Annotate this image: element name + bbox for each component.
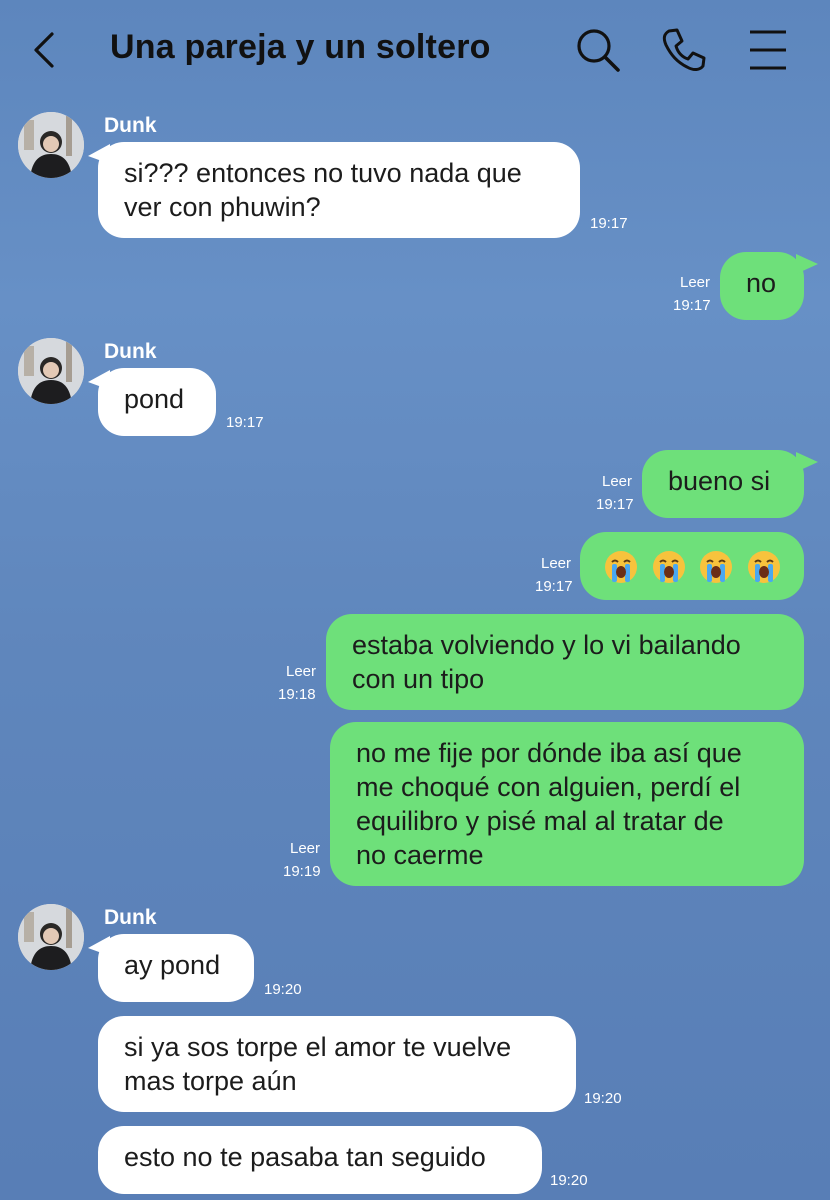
phone-icon[interactable]	[660, 26, 708, 74]
loudly-crying-face-icon	[700, 550, 733, 583]
message-time: 19:18	[278, 686, 316, 703]
read-receipt: Leer	[286, 663, 317, 680]
read-receipt: Leer	[680, 274, 711, 291]
message-bubble[interactable]: si ya sos torpe el amor te vuelve mas to…	[98, 1016, 576, 1112]
message-time: 19:17	[226, 414, 264, 431]
bubble-tail	[796, 254, 818, 274]
read-receipt: Leer	[602, 473, 633, 490]
message-bubble[interactable]: bueno si	[642, 450, 804, 518]
message-time: 19:17	[535, 578, 573, 595]
avatar[interactable]	[18, 112, 84, 178]
loudly-crying-face-icon	[747, 550, 780, 583]
message-bubble[interactable]: ay pond	[98, 934, 254, 1002]
message-bubble[interactable]: esto no te pasaba tan seguido	[98, 1126, 542, 1194]
chat-header: Una pareja y un soltero	[0, 0, 830, 100]
message-bubble[interactable]: no	[720, 252, 804, 320]
message-time: 19:17	[590, 215, 628, 232]
message-time: 19:17	[596, 496, 634, 513]
message-time: 19:17	[673, 297, 711, 314]
search-icon[interactable]	[574, 26, 622, 74]
chat-title: Una pareja y un soltero	[110, 28, 491, 66]
message-bubble[interactable]: 😭😭😭😭	[580, 532, 804, 600]
message-bubble[interactable]: estaba volviendo y lo vi bailando con un…	[326, 614, 804, 710]
avatar[interactable]	[18, 338, 84, 404]
avatar-photo-icon	[18, 338, 84, 404]
avatar-photo-icon	[18, 904, 84, 970]
bubble-tail	[796, 452, 818, 472]
menu-icon[interactable]	[748, 28, 788, 72]
back-chevron-icon[interactable]	[30, 30, 58, 70]
loudly-crying-face-icon	[605, 550, 637, 583]
read-receipt: Leer	[541, 555, 572, 572]
message-bubble[interactable]: no me fije por dónde iba así que me choq…	[330, 722, 804, 886]
loudly-crying-face-icon	[652, 550, 685, 583]
message-time: 19:20	[584, 1090, 622, 1107]
sender-name: Dunk	[104, 114, 157, 137]
message-time: 19:20	[550, 1172, 588, 1189]
sender-name: Dunk	[104, 340, 157, 363]
message-bubble[interactable]: si??? entonces no tuvo nada que ver con …	[98, 142, 580, 238]
message-bubble[interactable]: pond	[98, 368, 216, 436]
message-time: 19:20	[264, 981, 302, 998]
sender-name: Dunk	[104, 906, 157, 929]
avatar-photo-icon	[18, 112, 84, 178]
avatar[interactable]	[18, 904, 84, 970]
message-time: 19:19	[283, 863, 321, 880]
read-receipt: Leer	[290, 840, 321, 857]
